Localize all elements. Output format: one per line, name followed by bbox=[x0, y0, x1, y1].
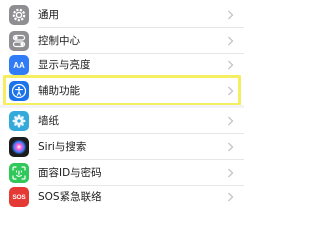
gear-icon bbox=[9, 5, 29, 25]
flower-icon bbox=[9, 111, 29, 131]
settings-row-accessibility[interactable]: 辅助功能 bbox=[0, 78, 244, 104]
settings-row-siri-search[interactable]: Siri与搜索 bbox=[0, 134, 244, 160]
settings-row-label: 面容ID与密码 bbox=[38, 167, 102, 179]
settings-row-emergency-sos[interactable]: SOS SOS紧急联络 bbox=[0, 184, 244, 210]
settings-row-label: SOS紧急联络 bbox=[38, 191, 102, 203]
settings-row-label: Siri与搜索 bbox=[38, 141, 87, 153]
settings-row-label: 显示与亮度 bbox=[38, 59, 91, 71]
settings-row-label: 控制中心 bbox=[38, 35, 80, 47]
settings-row-label: 辅助功能 bbox=[38, 85, 80, 97]
face-id-icon bbox=[9, 163, 29, 183]
settings-row-label: 墙纸 bbox=[38, 115, 59, 127]
chevron-right-icon bbox=[228, 168, 234, 178]
toggles-icon bbox=[9, 31, 29, 51]
siri-icon bbox=[9, 137, 29, 157]
accessibility-icon bbox=[9, 81, 29, 101]
settings-row-wallpaper[interactable]: 墙纸 bbox=[0, 108, 244, 134]
settings-row-face-id-passcode[interactable]: 面容ID与密码 bbox=[0, 160, 244, 186]
settings-row-label: 通用 bbox=[38, 9, 59, 21]
sos-icon-text: SOS bbox=[12, 193, 26, 201]
chevron-right-icon bbox=[228, 60, 234, 70]
settings-row-general[interactable]: 通用 bbox=[0, 2, 244, 28]
chevron-right-icon bbox=[228, 142, 234, 152]
chevron-right-icon bbox=[228, 10, 234, 20]
chevron-right-icon bbox=[228, 192, 234, 202]
settings-list: 通用 控制中心 AA 显示与亮度 辅助功能 墙纸 Siri与搜索 面容ID与密码… bbox=[0, 0, 244, 207]
settings-row-control-center[interactable]: 控制中心 bbox=[0, 28, 244, 54]
aa-icon: AA bbox=[9, 55, 29, 75]
sos-icon: SOS bbox=[9, 187, 29, 207]
aa-icon-text: AA bbox=[13, 60, 25, 70]
chevron-right-icon bbox=[228, 116, 234, 126]
chevron-right-icon bbox=[228, 36, 234, 46]
chevron-right-icon bbox=[228, 86, 234, 96]
settings-row-display-brightness[interactable]: AA 显示与亮度 bbox=[0, 52, 244, 78]
